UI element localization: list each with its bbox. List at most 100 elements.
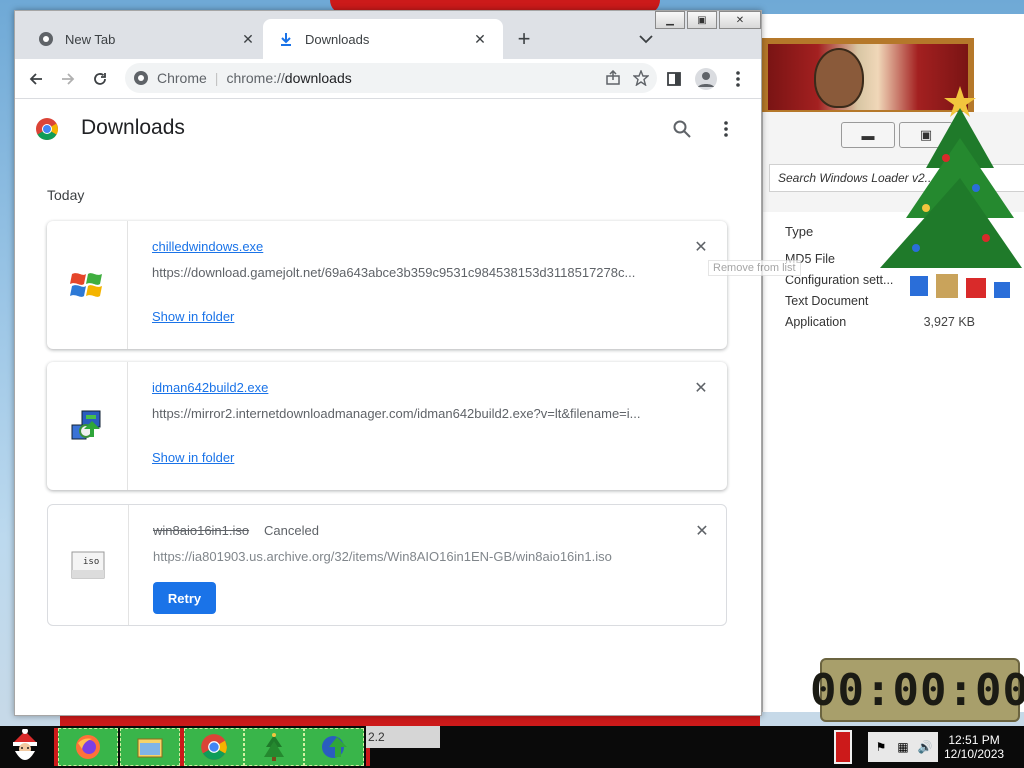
tab-search-button[interactable]: [633, 26, 659, 52]
maximize-button[interactable]: ▣: [687, 11, 717, 29]
taskbar-explorer-button[interactable]: [120, 728, 180, 766]
download-url: https://mirror2.internetdownloadmanager.…: [152, 406, 641, 421]
explorer-row-type: Application: [785, 315, 847, 329]
window-close-button[interactable]: ✕: [719, 11, 761, 29]
iso-file-icon: iso: [71, 551, 105, 579]
tab-strip: New Tab ✕ Downloads ✕ + ▁ ▣ ✕: [15, 11, 761, 59]
explorer-row-type: Text Document: [785, 294, 869, 308]
search-icon[interactable]: [671, 118, 693, 140]
download-card: chilledwindows.exe https://download.game…: [47, 221, 727, 349]
avatar-icon: [695, 68, 717, 90]
folder-icon: [137, 738, 163, 758]
remove-download-button[interactable]: ✕: [691, 237, 711, 257]
address-separator: |: [214, 70, 219, 86]
back-button[interactable]: [23, 66, 49, 92]
close-icon[interactable]: ✕: [239, 30, 257, 48]
santa-start-icon: [13, 729, 37, 760]
christmas-tree-icon: [880, 86, 1022, 298]
download-filename-link[interactable]: idman642build2.exe: [152, 380, 268, 395]
explorer-column-type[interactable]: Type: [785, 224, 813, 239]
address-url: chrome://downloads: [226, 70, 351, 86]
downloads-page: Downloads Today chilledwindows.exe https…: [15, 99, 761, 715]
more-vert-icon[interactable]: [715, 118, 737, 140]
chrome-icon: [201, 734, 227, 760]
tab-label: Downloads: [305, 31, 370, 47]
taskbar-chrome-button[interactable]: [184, 728, 244, 766]
download-filename: win8aio16in1.iso: [153, 523, 250, 538]
tab-label: New Tab: [65, 31, 116, 47]
chrome-menu-button[interactable]: [725, 66, 751, 92]
action-center-flag-icon[interactable]: ⚑: [872, 738, 890, 756]
volume-icon[interactable]: 🔊: [916, 738, 934, 756]
chrome-logo-icon: [36, 118, 58, 140]
window-controls: ▁ ▣ ✕: [653, 11, 761, 29]
download-card: idman642build2.exe https://mirror2.inter…: [47, 362, 727, 490]
taskbar-firefox-button[interactable]: [58, 728, 118, 766]
download-url: https://ia801903.us.archive.org/32/items…: [153, 549, 612, 564]
remove-download-button[interactable]: ✕: [691, 378, 711, 398]
christmas-tree-icon: [264, 733, 284, 761]
chrome-site-icon: [133, 70, 149, 86]
download-card-canceled: iso win8aio16in1.iso Canceled https://ia…: [47, 504, 727, 626]
url-path: downloads: [284, 70, 352, 86]
url-scheme: chrome://: [226, 70, 285, 86]
svg-text:iso: iso: [83, 557, 99, 567]
share-icon[interactable]: [601, 66, 625, 90]
explorer-row-size: 3,927 KB: [923, 315, 975, 329]
download-status: Canceled: [264, 523, 319, 538]
tray-flag: [834, 730, 852, 764]
new-tab-button[interactable]: +: [511, 26, 537, 52]
bookmark-star-icon[interactable]: [629, 66, 653, 90]
tray-icons: ⚑ ▦ 🔊: [868, 732, 938, 762]
chrome-window: New Tab ✕ Downloads ✕ + ▁ ▣ ✕ Chrome | c…: [14, 10, 762, 716]
start-button[interactable]: [2, 726, 48, 768]
forward-button[interactable]: [55, 66, 81, 92]
idm-installer-icon: [71, 410, 101, 440]
taskbar-xmas-tree-button[interactable]: [244, 728, 304, 766]
download-filename-link[interactable]: chilledwindows.exe: [152, 239, 263, 254]
taskbar-idm-button[interactable]: [304, 728, 364, 766]
chrome-favicon-icon: [37, 30, 55, 48]
reload-icon: [94, 73, 106, 85]
timer-display: 00:00:00: [810, 664, 1024, 716]
idm-icon: [322, 736, 347, 758]
section-date-heading: Today: [47, 187, 85, 203]
page-title: Downloads: [81, 116, 185, 139]
show-in-folder-link[interactable]: Show in folder: [152, 450, 234, 465]
clock-date: 12/10/2023: [944, 747, 1005, 761]
download-url: https://download.gamejolt.net/69a643abce…: [152, 265, 636, 280]
remove-tooltip: Remove from list: [708, 260, 801, 276]
file-icon-column: [47, 362, 128, 490]
downloads-header: Downloads: [15, 99, 761, 155]
clock-time: 12:51 PM: [948, 733, 1000, 747]
browser-toolbar: Chrome | chrome://downloads: [15, 59, 761, 99]
chevron-down-icon: [639, 35, 653, 44]
windows-flag-icon: [70, 273, 102, 297]
address-bar[interactable]: Chrome | chrome://downloads: [125, 63, 657, 93]
reload-button[interactable]: [87, 66, 113, 92]
show-in-folder-link[interactable]: Show in folder: [152, 309, 234, 324]
system-tray: ⚑ ▦ 🔊 12:51 PM 12/10/2023: [868, 726, 1024, 768]
side-panel-button[interactable]: [661, 66, 687, 92]
minimize-button[interactable]: ▁: [655, 11, 685, 29]
arrow-left-icon: [29, 73, 42, 85]
close-icon[interactable]: ✕: [471, 30, 489, 48]
download-icon: [277, 30, 295, 48]
remove-download-button[interactable]: ✕: [692, 521, 712, 541]
timer-widget[interactable]: 00:00:00: [810, 658, 1024, 722]
tab-downloads[interactable]: Downloads ✕: [263, 19, 503, 59]
arrow-right-icon: [62, 73, 75, 85]
tab-new-tab[interactable]: New Tab ✕: [23, 19, 271, 59]
portrait-face: [814, 48, 864, 108]
more-vert-icon: [736, 71, 740, 87]
taskbar-active-window[interactable]: 2.2: [366, 726, 440, 748]
firefox-icon: [76, 735, 100, 759]
site-label: Chrome: [157, 70, 207, 86]
retry-button[interactable]: Retry: [153, 582, 216, 614]
profile-button[interactable]: [693, 66, 719, 92]
side-panel-icon: [667, 72, 681, 86]
explorer-row[interactable]: Application 3,927 KB: [785, 315, 1005, 329]
network-icon[interactable]: ▦: [894, 738, 912, 756]
system-clock[interactable]: 12:51 PM 12/10/2023: [944, 733, 1004, 761]
file-icon-column: iso: [48, 505, 129, 625]
